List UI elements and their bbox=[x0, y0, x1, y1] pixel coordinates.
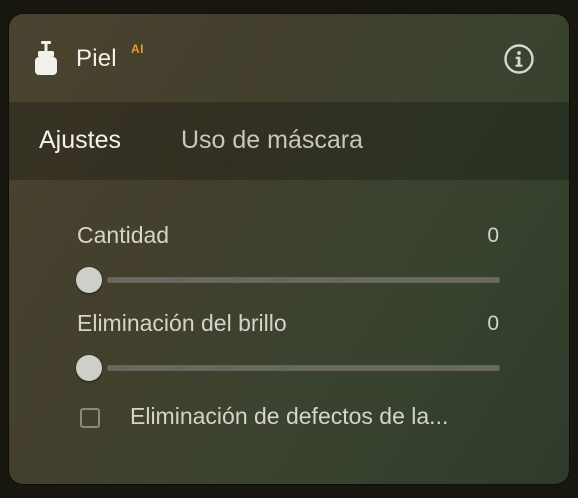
defect-removal-checkbox[interactable] bbox=[80, 408, 100, 428]
adjustments-content: Cantidad 0 Eliminación del brillo 0 Elim… bbox=[9, 180, 569, 484]
tab-uso-de-mascara[interactable]: Uso de máscara bbox=[181, 126, 363, 155]
slider-thumb-eliminacion-brillo[interactable] bbox=[76, 355, 102, 381]
slider-track-eliminacion-brillo[interactable] bbox=[107, 365, 500, 371]
slider-track-cantidad[interactable] bbox=[107, 277, 500, 283]
defect-removal-label: Eliminación de defectos de la... bbox=[130, 403, 449, 429]
panel-header: Piel AI bbox=[9, 14, 569, 102]
slider-label-cantidad: Cantidad bbox=[77, 222, 170, 248]
skin-panel: Piel AI Ajustes Uso de máscara Cantidad … bbox=[9, 14, 569, 484]
slider-value-cantidad: 0 bbox=[487, 224, 499, 247]
slider-thumb-cantidad[interactable] bbox=[76, 267, 102, 293]
ai-badge: AI bbox=[131, 42, 144, 56]
skin-tool-icon bbox=[35, 41, 57, 75]
tab-bar: Ajustes Uso de máscara bbox=[9, 102, 569, 180]
slider-value-eliminacion-brillo: 0 bbox=[487, 312, 499, 335]
slider-label-eliminacion-brillo: Eliminación del brillo bbox=[77, 310, 287, 336]
panel-title: Piel bbox=[76, 45, 117, 72]
info-icon[interactable] bbox=[503, 43, 535, 75]
tab-ajustes[interactable]: Ajustes bbox=[39, 126, 121, 155]
